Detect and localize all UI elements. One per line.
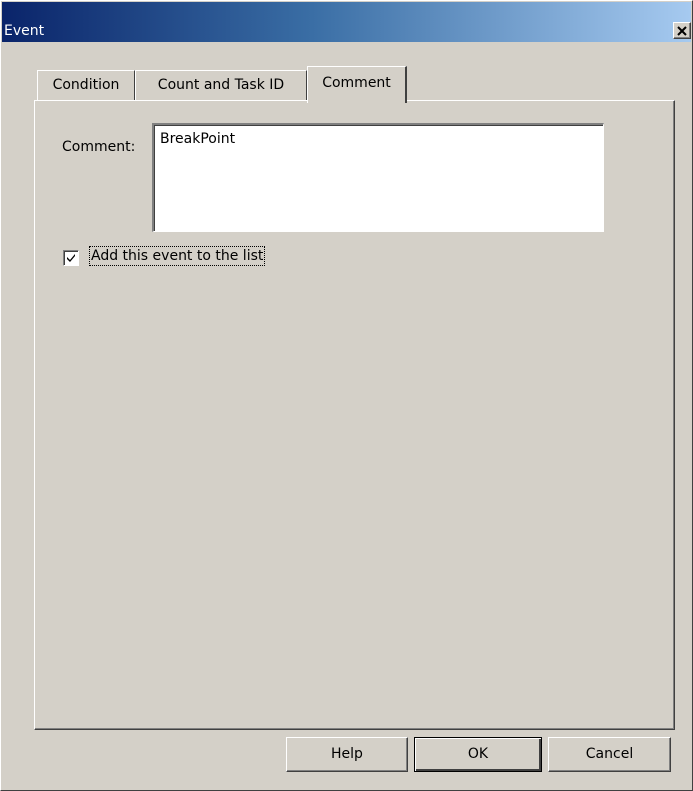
comment-label: Comment: (62, 139, 136, 155)
cancel-button[interactable]: Cancel (548, 737, 671, 772)
check-icon (67, 254, 75, 262)
tab-count-and-task-id[interactable]: Count and Task ID (135, 70, 307, 100)
help-button[interactable]: Help (286, 737, 408, 772)
close-button[interactable] (673, 22, 691, 39)
tab-comment[interactable]: Comment (307, 66, 407, 103)
ok-button[interactable]: OK (414, 737, 542, 772)
close-icon (677, 26, 687, 36)
comment-field[interactable]: BreakPoint (152, 123, 604, 232)
window-title: Event (4, 23, 45, 39)
tab-condition[interactable]: Condition (37, 70, 135, 100)
event-dialog: Event Condition Count and Task ID Commen… (0, 0, 693, 791)
add-to-list-checkbox[interactable] (63, 250, 79, 266)
add-to-list-label[interactable]: Add this event to the list (89, 246, 266, 266)
title-bar[interactable]: Event (2, 2, 691, 42)
